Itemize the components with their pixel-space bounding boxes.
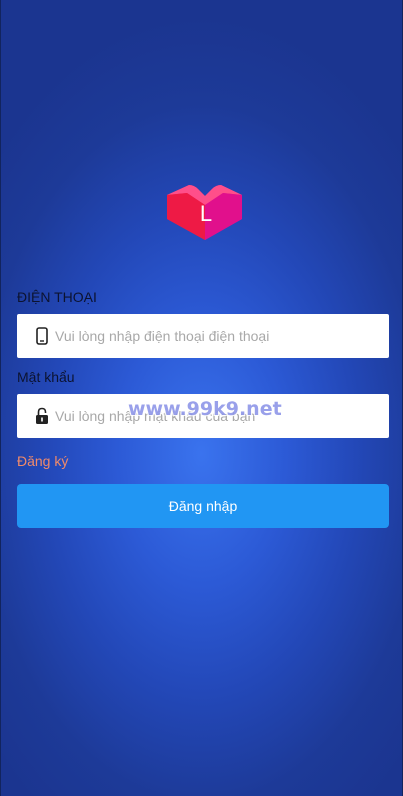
app-logo: L bbox=[165, 177, 243, 241]
logo-letter: L bbox=[200, 201, 212, 226]
register-link[interactable]: Đăng ký bbox=[17, 453, 68, 469]
password-label: Mật khẩu bbox=[17, 369, 75, 385]
heart-box-logo-icon: L bbox=[167, 185, 242, 240]
mobile-phone-icon bbox=[35, 327, 49, 345]
phone-input[interactable] bbox=[55, 328, 365, 344]
password-input[interactable] bbox=[55, 408, 365, 424]
phone-field[interactable] bbox=[17, 314, 389, 358]
phone-label: ĐIỆN THOẠI bbox=[17, 289, 97, 305]
login-screen: L ĐIỆN THOẠI Mật khẩu Đăng ký Đăng nhập … bbox=[0, 0, 403, 796]
login-button[interactable]: Đăng nhập bbox=[17, 484, 389, 528]
password-field[interactable] bbox=[17, 394, 389, 438]
lock-icon bbox=[35, 407, 49, 425]
